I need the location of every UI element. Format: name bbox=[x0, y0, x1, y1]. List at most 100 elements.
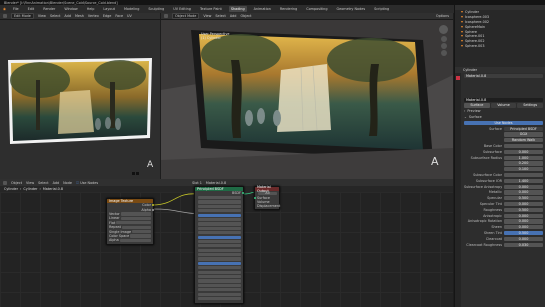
slot-selector[interactable]: Slot 1 bbox=[192, 181, 202, 185]
mode-selector[interactable]: Object Mode bbox=[172, 13, 200, 19]
blender-logo-icon[interactable]: ◉ bbox=[3, 7, 6, 11]
material-name-row[interactable]: Material.0.8 bbox=[462, 97, 545, 103]
input-slider[interactable] bbox=[198, 279, 241, 283]
property-value[interactable]: 0.030 bbox=[504, 242, 543, 247]
menu-mesh[interactable]: Mesh bbox=[75, 14, 84, 18]
input-slider[interactable] bbox=[198, 204, 241, 208]
property-value[interactable]: 0.000 bbox=[504, 219, 543, 224]
editor-type-icon[interactable] bbox=[3, 180, 7, 185]
material-tab-icon[interactable] bbox=[456, 76, 460, 80]
menu-object[interactable]: Object bbox=[240, 14, 251, 18]
property-value[interactable]: 0.000 bbox=[504, 236, 543, 241]
property-value[interactable]: 0.000 bbox=[504, 149, 543, 154]
menu-vertex[interactable]: Vertex bbox=[88, 14, 99, 18]
workspace-tab-texture-paint[interactable]: Texture Paint bbox=[198, 6, 224, 12]
menu-select[interactable]: Select bbox=[38, 181, 48, 185]
workspace-tab-shading[interactable]: Shading bbox=[228, 6, 247, 12]
input-slider[interactable] bbox=[198, 288, 241, 292]
input-slider[interactable] bbox=[198, 195, 241, 200]
material-slot-row[interactable]: Material.0.8 bbox=[462, 73, 545, 79]
camera-view-icon[interactable] bbox=[441, 50, 447, 56]
menu-view[interactable]: View bbox=[38, 14, 46, 18]
input-slider[interactable] bbox=[198, 261, 241, 266]
use-nodes-button[interactable]: Use Nodes bbox=[464, 120, 543, 125]
input-slider[interactable] bbox=[198, 209, 241, 213]
editor-type-icon[interactable] bbox=[3, 14, 7, 18]
workspace-tab-scripting[interactable]: Scripting bbox=[372, 6, 391, 12]
pan-icon[interactable] bbox=[441, 43, 447, 49]
input-slider[interactable] bbox=[198, 222, 241, 226]
material-output-node[interactable]: Material Output All Surface Volume Displ… bbox=[254, 185, 280, 210]
input-slider[interactable] bbox=[198, 266, 241, 270]
mode-selector[interactable]: Edit Mode bbox=[11, 13, 34, 19]
property-value[interactable] bbox=[504, 172, 543, 178]
menu-uv[interactable]: UV bbox=[127, 14, 132, 18]
workspace-tab-layout[interactable]: Layout bbox=[101, 6, 117, 12]
node-editor-canvas[interactable]: Image Texture Color Alpha Vector Linear … bbox=[0, 185, 453, 307]
workspace-tab-geometry-nodes[interactable]: Geometry Nodes bbox=[335, 6, 368, 12]
socket-displacement[interactable]: Displacement bbox=[255, 204, 280, 208]
material-slot-list[interactable] bbox=[462, 79, 545, 97]
workspace-tab-rendering[interactable]: Rendering bbox=[278, 6, 299, 12]
use-nodes-row[interactable]: Use Nodes bbox=[462, 120, 545, 126]
property-value[interactable] bbox=[504, 143, 543, 149]
menu-window[interactable]: Window bbox=[62, 6, 79, 12]
surface-shader-select[interactable]: Principled BSDF bbox=[504, 126, 543, 131]
workspace-tab-uv-editing[interactable]: UV Editing bbox=[171, 6, 193, 12]
workspace-tab-modeling[interactable]: Modeling bbox=[122, 6, 141, 12]
navigation-gizmo[interactable] bbox=[439, 25, 449, 61]
property-value[interactable]: 0.000 bbox=[504, 225, 543, 230]
input-slider[interactable] bbox=[198, 270, 241, 274]
input-slider[interactable] bbox=[198, 275, 241, 279]
property-row[interactable]: Clearcoat Roughness 0.030 bbox=[462, 242, 545, 248]
editor-type-icon[interactable] bbox=[164, 14, 168, 18]
input-slider[interactable] bbox=[198, 226, 241, 230]
property-value[interactable]: 0.000 bbox=[504, 184, 543, 189]
property-value[interactable]: GGX bbox=[504, 132, 543, 137]
input-slider[interactable] bbox=[198, 292, 241, 296]
menu-add[interactable]: Add bbox=[53, 181, 60, 185]
property-value[interactable]: 0.500 bbox=[504, 230, 543, 236]
menu-edge[interactable]: Edge bbox=[103, 14, 112, 18]
input-slider[interactable] bbox=[198, 296, 241, 301]
input-slider[interactable] bbox=[198, 257, 241, 261]
outliner-item[interactable]: Sphere.003 bbox=[455, 44, 545, 49]
shading-options[interactable]: Options bbox=[436, 14, 449, 18]
property-value[interactable]: 0.200 bbox=[504, 161, 543, 166]
input-slider[interactable] bbox=[198, 217, 241, 222]
menu-add[interactable]: Add bbox=[230, 14, 237, 18]
menu-select[interactable]: Select bbox=[50, 14, 60, 18]
material-selector[interactable]: Material.0.8 bbox=[206, 181, 226, 185]
workspace-tab-compositing[interactable]: Compositing bbox=[304, 6, 329, 12]
tab-surface[interactable]: Surface bbox=[464, 103, 490, 108]
menu-add[interactable]: Add bbox=[64, 14, 71, 18]
input-slider[interactable] bbox=[198, 253, 241, 257]
property-value[interactable]: 0.000 bbox=[504, 190, 543, 195]
right-viewport-canvas[interactable]: User Perspective (1) Cylinder A bbox=[161, 20, 453, 179]
property-value[interactable]: 0.000 bbox=[504, 201, 543, 207]
shader-type-selector[interactable]: Object bbox=[11, 181, 22, 185]
menu-node[interactable]: Node bbox=[63, 181, 72, 185]
menu-view[interactable]: View bbox=[203, 14, 211, 18]
use-nodes-toggle[interactable]: ☑ Use Nodes bbox=[76, 181, 98, 185]
menu-render[interactable]: Render bbox=[41, 6, 57, 12]
orientation-gizmo-icon[interactable] bbox=[439, 25, 448, 34]
input-slider[interactable] bbox=[198, 200, 241, 204]
property-value[interactable]: 0.000 bbox=[504, 213, 543, 218]
menu-help[interactable]: Help bbox=[85, 6, 97, 12]
input-slider[interactable] bbox=[198, 235, 241, 239]
property-value[interactable]: 0.500 bbox=[504, 207, 543, 212]
input-slider[interactable] bbox=[198, 213, 241, 217]
principled-bsdf-node[interactable]: Principled BSDF BSDF bbox=[194, 186, 244, 304]
property-value[interactable]: 1.400 bbox=[504, 178, 543, 183]
property-value[interactable]: 0.100 bbox=[504, 167, 543, 172]
property-value[interactable]: 0.500 bbox=[504, 196, 543, 201]
input-slider[interactable] bbox=[198, 231, 241, 235]
left-viewport-canvas[interactable]: A bbox=[0, 20, 160, 179]
tab-volume[interactable]: Volume bbox=[490, 103, 517, 108]
image-texture-node[interactable]: Image Texture Color Alpha Vector Linear … bbox=[106, 198, 154, 245]
input-slider[interactable] bbox=[198, 239, 241, 244]
input-slider[interactable] bbox=[198, 244, 241, 248]
zoom-icon[interactable] bbox=[441, 36, 447, 42]
menu-file[interactable]: File bbox=[11, 6, 21, 12]
